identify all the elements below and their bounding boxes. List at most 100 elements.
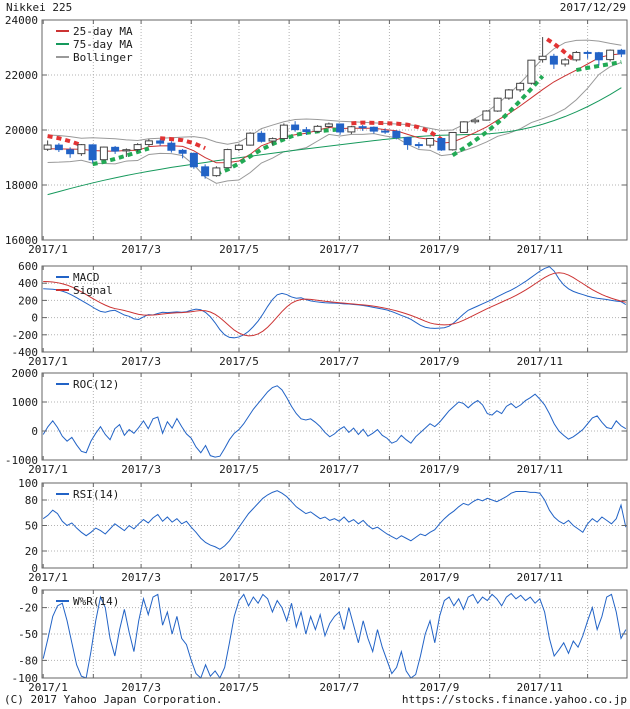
candle-down <box>202 167 209 176</box>
candle-up <box>314 126 321 131</box>
chart-svg: 24000220002000018000160002017/12017/3201… <box>0 0 630 709</box>
candle-up <box>562 60 569 64</box>
candle-down <box>393 131 400 137</box>
candle-up <box>213 168 220 176</box>
legend-label: MACD <box>73 271 100 284</box>
panel-roc: 200010000-10002017/12017/32017/52017/720… <box>5 367 627 476</box>
candle-up <box>224 150 231 168</box>
x-tick-label: 2017/5 <box>219 571 259 584</box>
candle-down <box>618 50 625 54</box>
candle-up <box>247 133 254 145</box>
candle-up <box>123 150 130 151</box>
y-tick-label: -50 <box>18 628 38 641</box>
candle-down <box>292 125 299 130</box>
y-tick-label: 22000 <box>5 69 38 82</box>
y-tick-label: -80 <box>18 654 38 667</box>
x-tick-label: 2017/7 <box>319 681 359 694</box>
x-tick-label: 2017/9 <box>420 463 460 476</box>
signal-line <box>43 273 626 336</box>
x-tick-label: 2017/11 <box>517 463 563 476</box>
trend-chain <box>216 129 340 174</box>
legend-label: RSI(14) <box>73 488 119 501</box>
candle-up <box>573 52 580 59</box>
panel-price: 24000220002000018000160002017/12017/3201… <box>5 14 627 256</box>
x-tick-label: 2017/1 <box>28 463 68 476</box>
legend-label: ROC(12) <box>73 378 119 391</box>
candle-up <box>348 127 355 132</box>
legend-label: Signal <box>73 284 113 297</box>
x-tick-label: 2017/5 <box>219 463 259 476</box>
ma75-line <box>48 88 622 195</box>
x-tick-label: 2017/9 <box>420 571 460 584</box>
candle-up <box>528 60 535 83</box>
legend-label: 25-day MA <box>73 25 133 38</box>
candle-up <box>269 139 276 141</box>
candle-up <box>483 111 490 120</box>
y-tick-label: 0 <box>31 312 38 325</box>
candle-up <box>44 145 51 149</box>
y-tick-label: 50 <box>25 520 38 533</box>
y-tick-label: 100 <box>18 477 38 490</box>
candle-down <box>168 143 175 150</box>
candle-down <box>67 150 74 154</box>
x-tick-label: 2017/9 <box>420 355 460 368</box>
x-tick-label: 2017/3 <box>121 463 161 476</box>
candle-up <box>134 145 141 150</box>
candle-down <box>337 124 344 132</box>
candle-down <box>258 133 265 141</box>
x-tick-label: 2017/7 <box>319 355 359 368</box>
candle-up <box>460 122 467 133</box>
x-tick-label: 2017/11 <box>517 571 563 584</box>
rsi-14--line <box>43 491 626 550</box>
candle-up <box>494 98 501 111</box>
candle-up <box>607 50 614 59</box>
legend-label: W%R(14) <box>73 595 119 608</box>
copyright-text: (C) 2017 Yahoo Japan Corporation. <box>4 693 223 706</box>
candle-down <box>179 150 186 153</box>
stock-chart-page: Nikkei 225 2017/12/29 240002200020000180… <box>0 0 630 709</box>
candle-up <box>472 120 479 122</box>
candle-down <box>550 56 557 64</box>
legend-label: Bollinger <box>73 51 133 64</box>
candle-down <box>370 127 377 131</box>
candle-down <box>595 53 602 60</box>
panel-rsi: 10080502002017/12017/32017/52017/72017/9… <box>18 477 627 584</box>
y-tick-label: 2000 <box>12 367 39 380</box>
y-tick-label: 24000 <box>5 14 38 27</box>
panel-macd: 6004002000-200-4002017/12017/32017/52017… <box>12 260 628 368</box>
x-tick-label: 2017/3 <box>121 355 161 368</box>
y-tick-label: -200 <box>12 329 39 342</box>
y-tick-label: 400 <box>18 277 38 290</box>
y-tick-label: 20000 <box>5 124 38 137</box>
candle-up <box>449 132 456 149</box>
candle-up <box>78 145 85 154</box>
y-tick-label: -20 <box>18 602 38 615</box>
candle-up <box>235 145 242 149</box>
x-tick-label: 2017/11 <box>517 243 563 256</box>
y-tick-label: 1000 <box>12 396 39 409</box>
candle-down <box>157 141 164 143</box>
candle-up <box>427 138 434 145</box>
x-tick-label: 2017/7 <box>319 463 359 476</box>
panel-wr: 0-20-50-80-1002017/12017/32017/52017/720… <box>12 584 628 694</box>
candle-up <box>145 141 152 145</box>
candle-down <box>112 147 119 151</box>
roc-12--line <box>43 386 626 457</box>
candle-up <box>505 90 512 98</box>
x-tick-label: 2017/1 <box>28 571 68 584</box>
candle-up <box>325 124 332 126</box>
candle-down <box>404 137 411 144</box>
x-tick-label: 2017/3 <box>121 571 161 584</box>
candle-down <box>89 145 96 160</box>
x-tick-label: 2017/3 <box>121 243 161 256</box>
y-tick-label: 200 <box>18 294 38 307</box>
trend-chain <box>453 76 543 155</box>
x-tick-label: 2017/11 <box>517 355 563 368</box>
candle-down <box>382 131 389 132</box>
candle-up <box>100 147 107 160</box>
y-tick-label: 0 <box>31 425 38 438</box>
candle-up <box>517 83 524 90</box>
x-tick-label: 2017/5 <box>219 243 259 256</box>
candle-down <box>438 139 445 150</box>
candle-down <box>359 127 366 128</box>
